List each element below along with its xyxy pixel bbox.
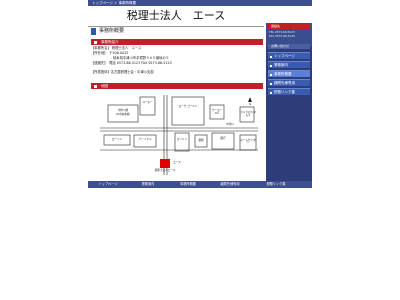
map-label: ユーホー xyxy=(142,101,153,104)
postal-code: 〒506-0025 xyxy=(109,51,129,55)
contact-fax: FAX 0573-66-5125 xyxy=(269,34,295,38)
sidebar-item-clients[interactable]: 顧問先様専用 xyxy=(268,79,310,86)
map-building xyxy=(133,134,157,148)
section-access: 地図 xyxy=(91,83,263,89)
sidebar-item-services[interactable]: 業務案内 xyxy=(268,61,310,68)
sidebar-item-label: 業務案内 xyxy=(274,63,288,67)
access-map: 中津川駅 JR中央本線 ユーホー ヨーク ゴールド ケーヨーD2 パーソナル ロ… xyxy=(100,95,258,175)
sidebar-item-label: 顧問先様専用 xyxy=(274,81,295,85)
bullet-icon xyxy=(270,91,272,94)
square-icon xyxy=(94,40,97,44)
footer-link-clients[interactable]: 顧問先様専用 xyxy=(208,181,252,188)
map-label: N xyxy=(249,103,251,106)
map-label: ガソリン xyxy=(176,138,188,141)
map-label: ヨーク ゴールド xyxy=(178,105,198,108)
footer-link-services[interactable]: 業務案内 xyxy=(128,181,168,188)
map-label: カメラのキタムラ xyxy=(240,111,256,117)
map-label: ホームセンター xyxy=(240,139,256,145)
bullet-icon xyxy=(270,64,272,67)
north-arrow-icon xyxy=(248,97,252,102)
map-label: エース xyxy=(173,161,181,164)
footer-link-office[interactable]: 事務所概要 xyxy=(168,181,208,188)
map-building xyxy=(174,132,190,152)
map-building xyxy=(171,96,205,126)
footer-nav: トップページ 業務案内 事務所概要 顧問先様専用 税務リンク集 xyxy=(88,181,312,188)
square-icon xyxy=(94,84,97,88)
office-location-marker xyxy=(160,159,170,168)
map-label: パーソナル xyxy=(138,138,152,141)
contact-heading: 連絡先 xyxy=(268,24,310,29)
heading-marker-icon xyxy=(91,28,96,35)
map-label: 郵便 xyxy=(198,139,204,142)
sidebar-item-label: 税務リンク集 xyxy=(274,90,295,94)
sidebar-item-label: 事務所概要 xyxy=(274,72,292,76)
map-label: 銀行 xyxy=(220,137,226,140)
sidebar-item-office[interactable]: 事務所概要 xyxy=(268,70,310,77)
bullet-icon xyxy=(270,55,272,58)
map-label: 中津川駅 xyxy=(117,109,129,112)
main-content: 事務所概要 事務所紹介 【事務所名】 税理士法人 エース 【所在地】 〒506-… xyxy=(88,27,264,179)
page-heading: 事務所概要 xyxy=(91,27,263,36)
section-office-info-label: 事務所紹介 xyxy=(101,40,119,44)
site-title: 税理士法人 エース xyxy=(88,6,264,27)
sidebar-item-label: トップページ xyxy=(274,54,295,58)
map-building xyxy=(211,132,235,150)
page: トップページ ＞ 事務所概要 税理士法人 エース 事務所概要 事務所紹介 【事務… xyxy=(0,0,400,300)
sidebar-item-top[interactable]: トップページ xyxy=(268,52,310,59)
bullet-icon xyxy=(270,73,272,76)
map-label: 税理士法人エース xyxy=(154,169,176,172)
map-label: ローソン xyxy=(111,138,123,141)
footer-link-links[interactable]: 税務リンク集 xyxy=(252,181,300,188)
office-association: 【所属団体】名古屋税理士会・中津川支部 xyxy=(91,70,154,74)
map-building xyxy=(139,96,156,116)
section-office-info: 事務所紹介 xyxy=(91,39,263,45)
page-heading-text: 事務所概要 xyxy=(99,28,125,34)
bullet-icon xyxy=(270,82,272,85)
contact-link[interactable]: お問い合わせ xyxy=(268,44,310,49)
sidebar-item-links[interactable]: 税務リンク集 xyxy=(268,88,310,95)
map-label: JR中央本線 xyxy=(116,113,130,116)
map-label: ケーヨーD2 xyxy=(211,109,223,115)
footer-link-top[interactable]: トップページ xyxy=(88,181,128,188)
section-access-label: 地図 xyxy=(101,84,108,88)
office-info: 【事務所名】 税理士法人 エース 【所在地】 〒506-0025 岐阜県中津川市… xyxy=(91,46,261,75)
map-label: 中津川 xyxy=(226,123,234,126)
address-label: 【所在地】 xyxy=(91,51,106,55)
